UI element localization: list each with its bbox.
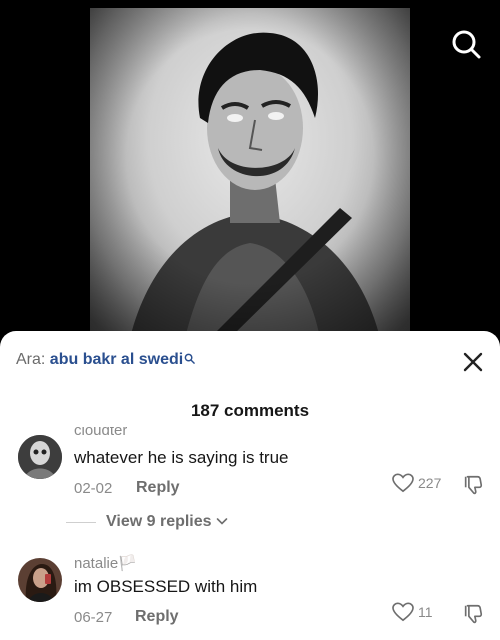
thumbs-down-icon	[464, 475, 483, 495]
reply-button[interactable]: Reply	[135, 608, 179, 626]
search-button[interactable]	[448, 26, 484, 62]
avatar[interactable]	[18, 558, 62, 602]
comment-text: im OBSESSED with him	[74, 577, 258, 596]
replies-divider	[66, 521, 96, 523]
like-button[interactable]: 11	[392, 602, 433, 622]
portrait-image	[90, 8, 410, 338]
chevron-down-icon	[216, 513, 228, 531]
close-button[interactable]	[460, 349, 486, 375]
comment-date: 02-02	[74, 480, 113, 497]
video-frame	[90, 8, 410, 338]
like-count: 11	[418, 604, 433, 620]
avatar[interactable]	[18, 435, 62, 479]
comment-text: whatever he is saying is true	[74, 448, 289, 467]
search-icon	[184, 351, 196, 369]
like-button[interactable]: 227	[392, 473, 441, 493]
heart-icon	[392, 602, 414, 622]
like-count: 227	[418, 475, 442, 491]
thumbs-down-icon	[464, 604, 483, 624]
heart-icon	[392, 473, 414, 493]
comments-count: 187 comments	[190, 401, 310, 420]
search-suggestion-prefix: Ara:	[16, 351, 46, 368]
search-suggestion-term[interactable]: abu bakr al swedi	[50, 351, 183, 368]
search-icon	[452, 30, 481, 59]
comment-username[interactable]: cloudter	[74, 427, 127, 437]
dislike-button[interactable]	[462, 603, 484, 630]
search-suggestion[interactable]: Ara: abu bakr al swedi	[16, 351, 196, 369]
view-replies-label: View 9 replies	[106, 513, 212, 530]
reply-button[interactable]: Reply	[136, 479, 180, 497]
comment-username[interactable]: natalie🏳️	[74, 554, 137, 572]
close-icon	[463, 352, 483, 372]
dislike-button[interactable]	[462, 474, 484, 501]
video-player[interactable]	[0, 0, 500, 340]
comment-date: 06-27	[74, 609, 113, 626]
comments-sheet: Ara: abu bakr al swedi 187 comments clou…	[0, 331, 500, 640]
view-replies-button[interactable]: View 9 replies	[66, 513, 228, 531]
